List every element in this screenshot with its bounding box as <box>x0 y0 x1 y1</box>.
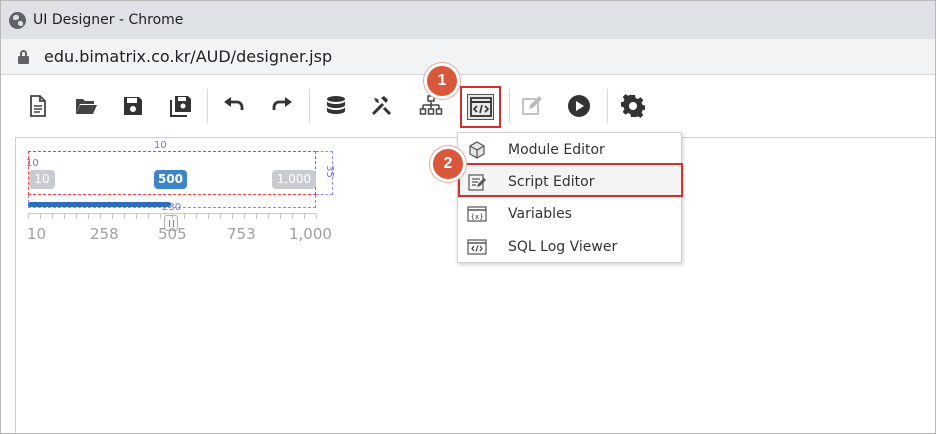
svg-text:{x}: {x} <box>470 213 483 221</box>
redo-icon <box>272 97 292 110</box>
toolbar-separator <box>309 89 310 123</box>
toolbar-separator <box>207 89 208 123</box>
slider-tick <box>220 214 221 219</box>
slider-tick <box>304 214 305 219</box>
designer-toolbar <box>1 75 935 137</box>
menu-item-label: SQL Log Viewer <box>508 238 618 255</box>
tick-label: 1,000 <box>289 225 332 243</box>
menu-highlight-box <box>458 163 683 197</box>
slider-tick <box>76 214 77 219</box>
url-text[interactable]: edu.bimatrix.co.kr/AUD/designer.jsp <box>44 47 332 66</box>
slider-fill-track <box>28 202 171 207</box>
menu-item-module-editor[interactable]: Module Editor <box>458 133 681 166</box>
save-button[interactable] <box>120 93 146 119</box>
new-document-button[interactable] <box>25 93 51 119</box>
toolbar-separator <box>509 89 510 123</box>
dim-guide-right <box>316 151 333 195</box>
save-icon <box>124 97 142 115</box>
menu-item-label: Module Editor <box>508 141 605 158</box>
slider-value-pill: 500 <box>154 170 187 189</box>
slider-tick <box>40 214 41 219</box>
globe-icon <box>9 11 26 29</box>
tick-label: 753 <box>227 225 256 243</box>
menu-item-variables[interactable]: {x} Variables <box>458 197 681 230</box>
save-all-icon <box>170 96 191 117</box>
database-button[interactable] <box>323 93 349 119</box>
menu-item-sql-log-viewer[interactable]: SQL Log Viewer <box>458 230 681 263</box>
step-badge-1: 1 <box>424 63 460 99</box>
save-all-button[interactable] <box>168 93 194 119</box>
tick-label: 258 <box>90 225 119 243</box>
sql-log-icon <box>467 239 487 255</box>
folder-open-icon <box>76 99 97 114</box>
slider-tick <box>232 214 233 219</box>
slider-tick <box>316 214 317 219</box>
undo-button[interactable] <box>221 93 247 119</box>
slider-tick <box>184 214 185 219</box>
play-icon <box>568 95 590 117</box>
step-badge-2: 2 <box>430 146 466 182</box>
tick-label: 505 <box>158 225 187 243</box>
browser-window: UI Designer - Chrome edu.bimatrix.co.kr/… <box>0 0 936 434</box>
document-icon <box>30 95 46 117</box>
slider-tick <box>292 214 293 219</box>
slider-max-pill: 1,000 <box>272 170 316 189</box>
undo-icon <box>224 97 244 110</box>
tools-button[interactable] <box>369 93 395 119</box>
slider-min-pill: 10 <box>29 170 55 189</box>
slider-tick <box>208 214 209 219</box>
slider-tick <box>148 214 149 219</box>
edit-button[interactable] <box>519 93 545 119</box>
slider-tick <box>100 214 101 219</box>
slider-tick <box>196 214 197 219</box>
settings-button[interactable] <box>620 93 646 119</box>
slider-tick <box>172 214 173 219</box>
gear-icon <box>621 94 645 118</box>
address-bar[interactable]: edu.bimatrix.co.kr/AUD/designer.jsp <box>1 39 935 75</box>
script-dropdown-menu: Module Editor Script Editor {x} Variable… <box>457 132 682 263</box>
slider-tick <box>244 214 245 219</box>
slider-tick <box>112 214 113 219</box>
edit-icon <box>522 96 542 115</box>
tools-icon <box>371 96 392 116</box>
toolbar-highlight-box <box>460 86 501 128</box>
module-icon <box>469 141 485 159</box>
slider-tick <box>124 214 125 219</box>
slider-tick <box>160 214 161 219</box>
slider-tick <box>256 214 257 219</box>
dim-top-label: 10 <box>154 140 167 151</box>
slider-tick <box>268 214 269 219</box>
slider-ticks <box>28 213 317 219</box>
menu-item-label: Variables <box>508 205 572 222</box>
variables-icon: {x} <box>467 206 487 222</box>
title-bar: UI Designer - Chrome <box>1 1 935 39</box>
window-title: UI Designer - Chrome <box>33 12 184 28</box>
open-button[interactable] <box>73 93 99 119</box>
slider-tick <box>88 214 89 219</box>
slider-tick <box>136 214 137 219</box>
database-icon <box>327 96 345 114</box>
toolbar-separator <box>607 89 608 123</box>
slider-tick <box>64 214 65 219</box>
redo-button[interactable] <box>269 93 295 119</box>
slider-tick <box>52 214 53 219</box>
slider-tick <box>28 214 29 219</box>
run-button[interactable] <box>566 93 592 119</box>
lock-icon[interactable] <box>18 49 29 64</box>
slider-tick <box>280 214 281 219</box>
tick-label: 10 <box>27 225 47 243</box>
